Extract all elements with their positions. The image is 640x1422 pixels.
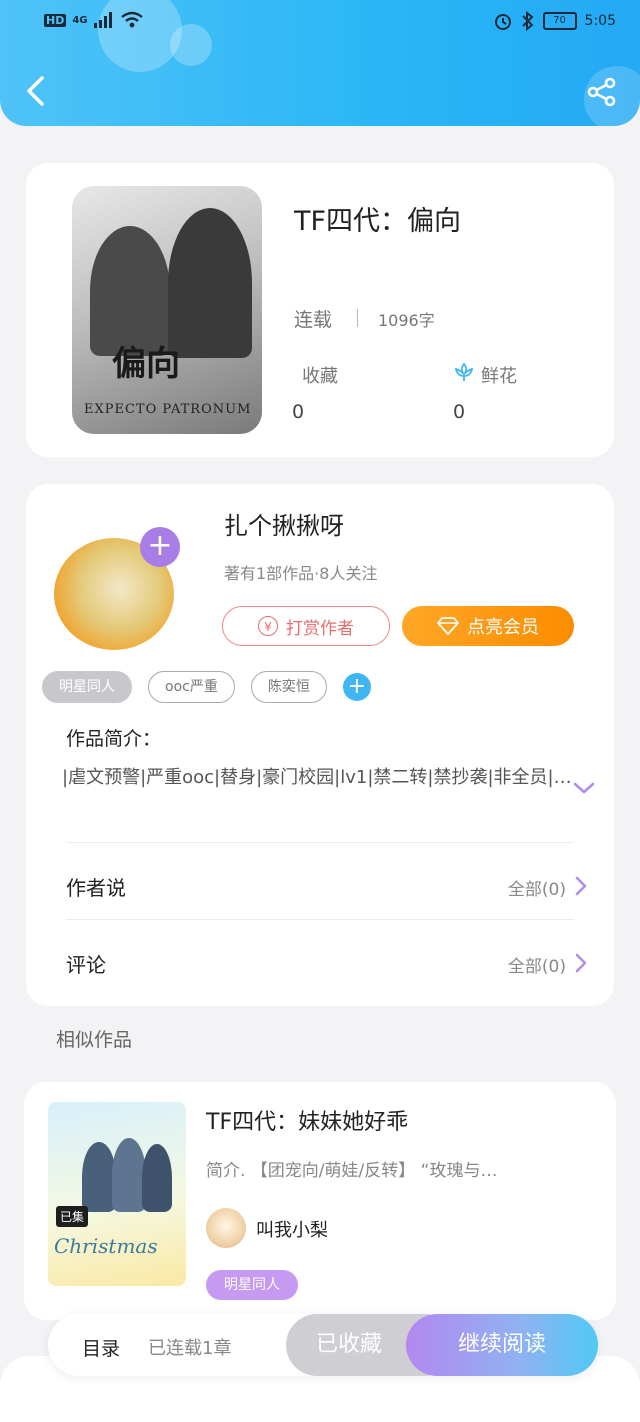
yen-icon: ¥ <box>258 616 278 636</box>
tag-list: 明星同人 ooc严重 陈奕恒 + <box>42 671 371 703</box>
bottom-action-bar: 目录 已连载1章 已收藏 继续阅读 <box>48 1314 598 1376</box>
author-says-count[interactable]: 全部(0) <box>508 875 566 900</box>
tag-item[interactable]: ooc严重 <box>148 671 235 703</box>
tag-item[interactable]: 陈奕恒 <box>250 671 327 703</box>
wifi-icon <box>120 11 143 28</box>
share-icon[interactable] <box>586 76 618 108</box>
flower-label: 鲜花 <box>481 366 517 387</box>
reward-author-button[interactable]: ¥ 打赏作者 <box>222 606 390 646</box>
serial-status: 连载 <box>294 309 333 331</box>
intro-label: 作品简介： <box>66 728 162 750</box>
collect-label: 收藏 <box>302 366 338 387</box>
book-info-card: 偏向 EXPECTO PATRONUM TF四代：偏向 连载 1096字 收藏 … <box>26 163 614 457</box>
cover-title: 偏向 <box>112 344 180 384</box>
serial-chapter-count[interactable]: 已连载1章 <box>148 1334 231 1360</box>
follow-plus-icon[interactable]: + <box>140 527 180 567</box>
author-name[interactable]: 扎个揪揪呀 <box>224 506 344 541</box>
author-meta: 著有1部作品·8人关注 <box>224 564 378 583</box>
top-header: HD 4G 70 5:05 <box>0 0 640 126</box>
chevron-down-icon[interactable] <box>572 780 596 796</box>
cover-figure <box>82 1142 116 1212</box>
flower-count: 0 <box>453 401 466 423</box>
tag-item[interactable]: 明星同人 <box>42 671 132 703</box>
add-tag-button[interactable]: + <box>342 673 371 701</box>
similar-book-cover[interactable]: 已集 Christmas <box>48 1102 186 1286</box>
book-cover[interactable]: 偏向 EXPECTO PATRONUM <box>72 186 262 434</box>
divider <box>66 919 574 920</box>
cover-figure <box>142 1144 172 1212</box>
cover-figure <box>112 1138 146 1212</box>
network-type: 4G <box>72 14 88 26</box>
chevron-right-icon[interactable] <box>574 876 588 896</box>
similar-book-tag: 明星同人 <box>206 1270 298 1300</box>
back-icon[interactable] <box>22 74 50 108</box>
similar-book-desc: 简介. 【团宠向/萌娃/反转】 “玫瑰与… <box>206 1161 498 1181</box>
similar-book-author: 叫我小梨 <box>256 1220 328 1241</box>
divider <box>357 309 358 327</box>
avatar <box>206 1208 246 1248</box>
similar-book-card[interactable]: 已集 Christmas TF四代：妹妹她好乖 简介. 【团宠向/萌娃/反转】 … <box>24 1082 616 1320</box>
collect-count: 0 <box>292 401 305 423</box>
comments-label[interactable]: 评论 <box>66 949 106 978</box>
alarm-icon <box>494 14 511 30</box>
flower-icon <box>454 362 474 381</box>
similar-heading: 相似作品 <box>56 1029 133 1051</box>
cover-figure <box>168 208 252 358</box>
diamond-icon <box>437 617 459 635</box>
toc-button[interactable]: 目录 <box>82 1334 120 1361</box>
author-says-label[interactable]: 作者说 <box>66 872 126 901</box>
cover-badge: 已集 <box>56 1206 89 1227</box>
reward-label: 打赏作者 <box>286 618 354 639</box>
intro-text: |虐文预警|严重ooc|替身|豪门校园|lv1|禁二转|禁抄袭|非全员|… <box>62 767 572 788</box>
author-card: + 扎个揪揪呀 著有1部作品·8人关注 ¥ 打赏作者 点亮会员 明星同人 ooc… <box>26 484 614 1006</box>
continue-reading-button[interactable]: 继续阅读 <box>406 1314 598 1376</box>
divider <box>66 842 574 843</box>
vip-button[interactable]: 点亮会员 <box>402 606 574 646</box>
comments-count[interactable]: 全部(0) <box>508 952 566 977</box>
status-bar: HD 4G 70 5:05 <box>0 0 640 44</box>
chevron-right-icon[interactable] <box>574 953 588 973</box>
similar-book-title[interactable]: TF四代：妹妹她好乖 <box>206 1104 408 1136</box>
hd-indicator: HD <box>44 13 67 27</box>
status-time: 5:05 <box>584 13 616 29</box>
book-title: TF四代：偏向 <box>294 206 462 237</box>
cover-text: Christmas <box>54 1234 158 1258</box>
battery-indicator: 70 <box>542 12 577 30</box>
word-count: 1096字 <box>378 311 435 330</box>
signal-icon <box>93 12 112 28</box>
author-avatar-wrap[interactable]: + <box>48 527 184 656</box>
bluetooth-icon <box>521 11 534 31</box>
cover-subtitle: EXPECTO PATRONUM <box>84 402 252 417</box>
vip-label: 点亮会员 <box>467 617 539 638</box>
